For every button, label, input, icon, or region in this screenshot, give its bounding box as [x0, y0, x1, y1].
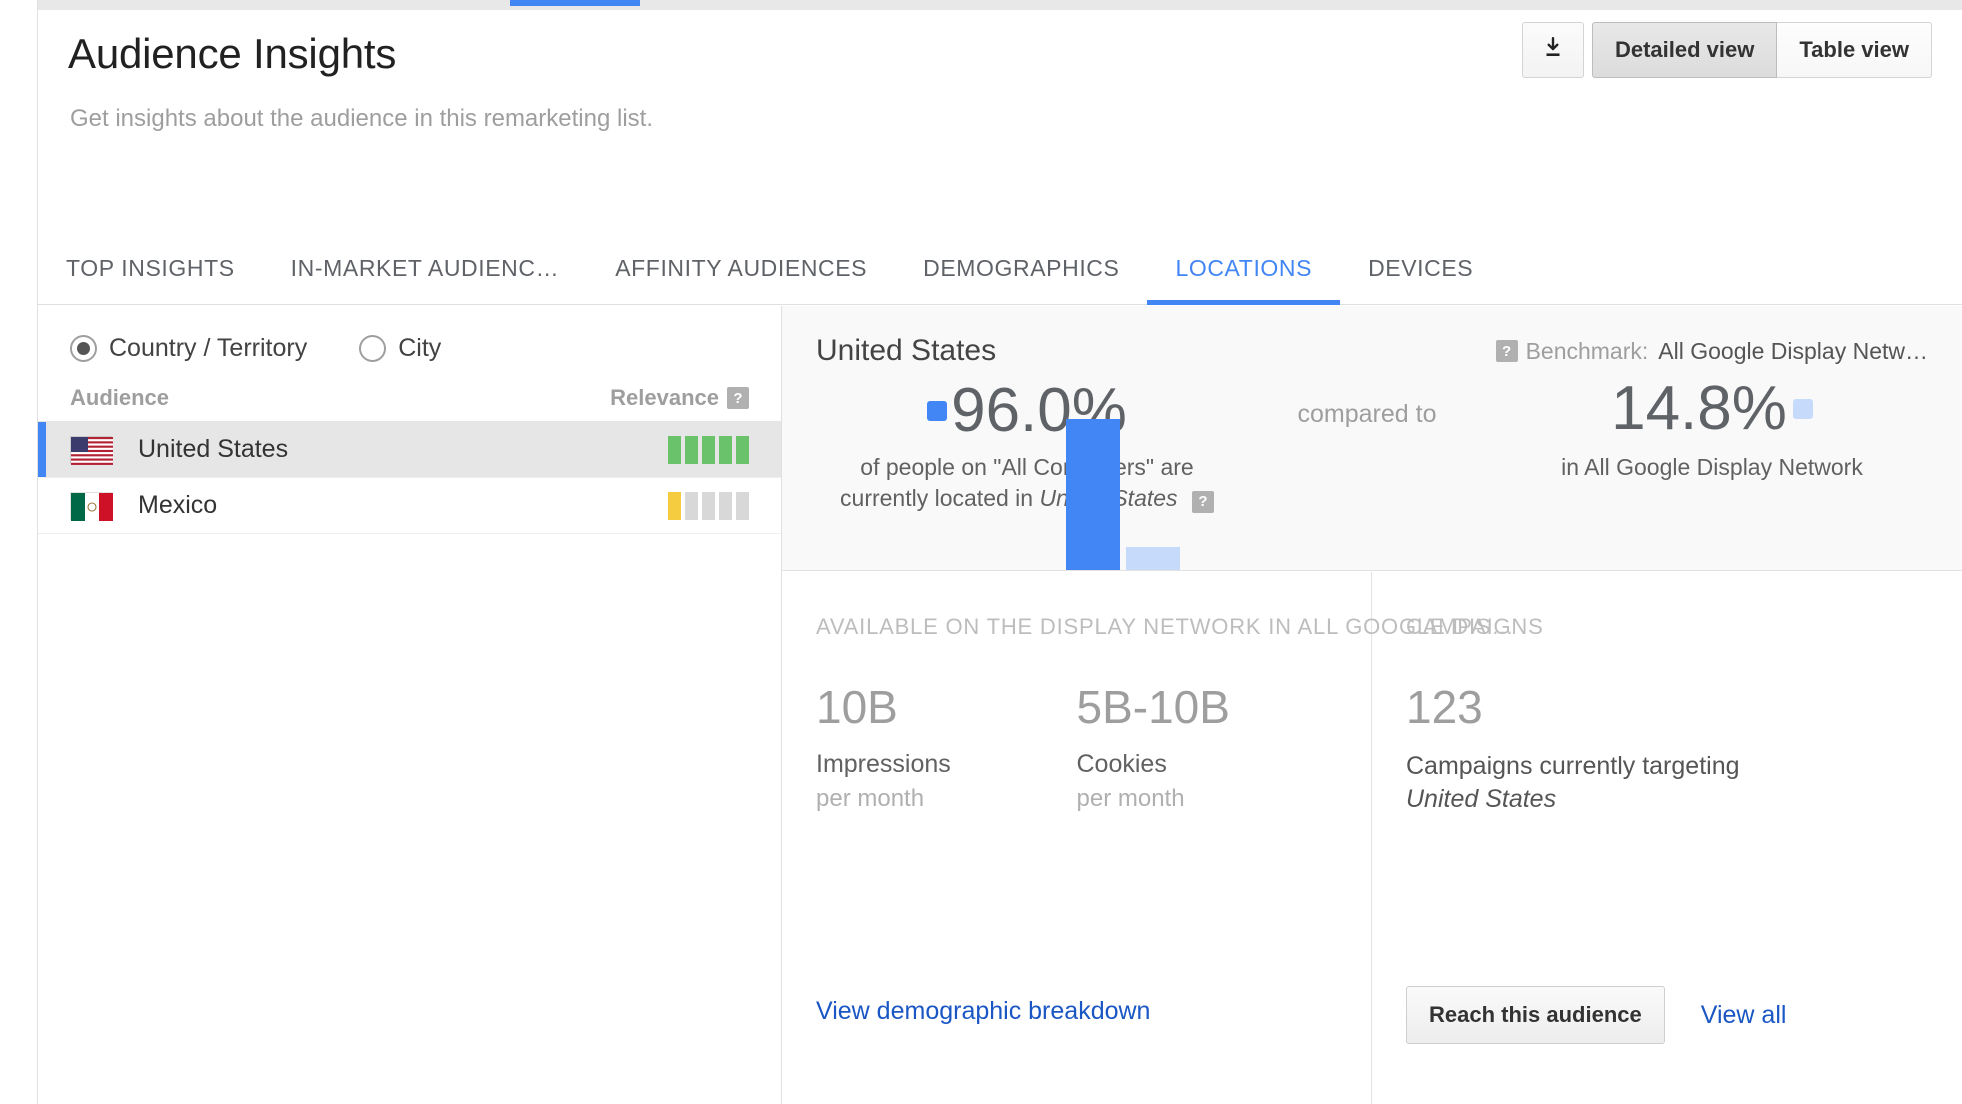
cookies-value: 5B-10B [1076, 681, 1230, 733]
metric-impressions: 10B Impressions per month [816, 684, 1077, 813]
reach-this-audience-button[interactable]: Reach this audience [1406, 986, 1665, 1044]
relevance-bar [685, 435, 698, 464]
list-item-label: Mexico [138, 491, 218, 519]
tab-bar: TOP INSIGHTS IN-MARKET AUDIENC… AFFINITY… [38, 195, 1962, 305]
impressions-label: Impressions [816, 750, 951, 778]
relevance-bar [668, 435, 681, 464]
impressions-value: 10B [816, 681, 898, 733]
relevance-bars [668, 491, 749, 520]
list-item-label: United States [138, 435, 289, 463]
campaigns-card: CAMPAIGNS 123 Campaigns currently target… [1372, 572, 1962, 1104]
campaigns-count: 123 [1406, 681, 1483, 733]
availability-card: AVAILABLE ON THE DISPLAY NETWORK IN ALL … [782, 572, 1515, 1104]
view-toggle-group: Detailed view Table view [1591, 22, 1932, 78]
radio-circle-icon [70, 335, 97, 362]
campaigns-card-footer: Reach this audience View all [1406, 986, 1786, 1044]
relevance-bar [702, 435, 715, 464]
bottom-cards: AVAILABLE ON THE DISPLAY NETWORK IN ALL … [782, 572, 1962, 1104]
list-item[interactable]: United States [38, 422, 781, 478]
tab-affinity-audiences[interactable]: AFFINITY AUDIENCES [587, 255, 895, 304]
us-flag-icon [70, 435, 113, 465]
view-demographic-breakdown-link[interactable]: View demographic breakdown [816, 997, 1150, 1025]
relevance-help-icon[interactable]: ? [727, 387, 749, 409]
relevance-bar [685, 491, 698, 520]
metric-cookies: 5B-10B Cookies per month [1077, 684, 1338, 813]
tab-locations[interactable]: LOCATIONS [1147, 255, 1340, 305]
top-tab-indicator [510, 0, 640, 6]
relevance-bar [736, 435, 749, 464]
campaigns-card-title: CAMPAIGNS [1406, 614, 1544, 639]
radio-city[interactable]: City [359, 334, 441, 363]
locations-detail-panel: United States ? Benchmark: All Google Di… [782, 306, 1962, 1104]
relevance-bar [702, 491, 715, 520]
page-title: Audience Insights [68, 30, 397, 77]
locations-sidebar: Country / Territory City Audience Releva… [38, 306, 782, 1104]
bar-benchmark [1126, 546, 1180, 570]
relevance-bars [668, 435, 749, 464]
download-icon [1540, 35, 1566, 66]
location-type-radios: Country / Territory City [38, 306, 781, 363]
column-header-relevance-label: Relevance [610, 385, 719, 410]
column-header-audience: Audience [70, 385, 170, 410]
detailed-view-button[interactable]: Detailed view [1591, 22, 1778, 78]
benchmark-label: Benchmark: [1525, 337, 1649, 364]
download-button[interactable] [1521, 22, 1584, 78]
location-chart-card: United States ? Benchmark: All Google Di… [782, 306, 1962, 571]
chart-header: United States ? Benchmark: All Google Di… [782, 306, 1962, 368]
cookies-label: Cookies [1076, 750, 1167, 778]
relevance-bar [736, 491, 749, 520]
page-header: Audience Insights Get insights about the… [38, 10, 1962, 195]
impressions-sub: per month [816, 785, 925, 812]
audience-insights-page: Audience Insights Get insights about the… [0, 0, 1962, 1104]
comparison-bar-chart [782, 400, 1962, 570]
cookies-sub: per month [1076, 785, 1185, 812]
tab-top-insights[interactable]: TOP INSIGHTS [38, 255, 263, 304]
top-strip [0, 0, 1962, 10]
audience-list-header: Audience Relevance ? [38, 363, 781, 422]
radio-city-label: City [398, 334, 442, 362]
campaigns-desc-location: United States [1406, 784, 1557, 813]
radio-country-label: Country / Territory [109, 334, 308, 362]
relevance-bar [668, 491, 681, 520]
radio-circle-icon [359, 335, 387, 362]
table-view-button[interactable]: Table view [1777, 22, 1932, 78]
view-all-link[interactable]: View all [1701, 1001, 1787, 1030]
availability-card-title: AVAILABLE ON THE DISPLAY NETWORK IN ALL … [816, 614, 1515, 639]
header-actions: Detailed view Table view [1521, 22, 1932, 78]
list-item[interactable]: Mexico [38, 478, 781, 534]
benchmark-info: ? Benchmark: All Google Display Netw… [1495, 337, 1928, 365]
left-rail [0, 0, 38, 1104]
page-subtitle: Get insights about the audience in this … [70, 105, 653, 132]
campaigns-desc-prefix: Campaigns currently targeting [1406, 752, 1740, 780]
tab-devices[interactable]: DEVICES [1340, 255, 1501, 304]
relevance-bar [719, 435, 732, 464]
tab-in-market-audiences[interactable]: IN-MARKET AUDIENC… [263, 255, 588, 304]
availability-metrics: 10B Impressions per month 5B-10B Cookies… [816, 684, 1337, 813]
availability-card-footer: View demographic breakdown [816, 997, 1150, 1026]
column-header-relevance: Relevance ? [610, 385, 749, 411]
benchmark-help-icon[interactable]: ? [1495, 340, 1518, 362]
selected-country-title: United States [816, 334, 997, 367]
tab-demographics[interactable]: DEMOGRAPHICS [895, 255, 1147, 304]
radio-country-territory[interactable]: Country / Territory [70, 334, 307, 363]
benchmark-value: All Google Display Netw… [1658, 337, 1928, 364]
mx-flag-icon [70, 491, 113, 521]
relevance-bar [719, 491, 732, 520]
campaigns-description: Campaigns currently targeting United Sta… [1406, 750, 1928, 815]
bar-primary [1066, 419, 1120, 570]
